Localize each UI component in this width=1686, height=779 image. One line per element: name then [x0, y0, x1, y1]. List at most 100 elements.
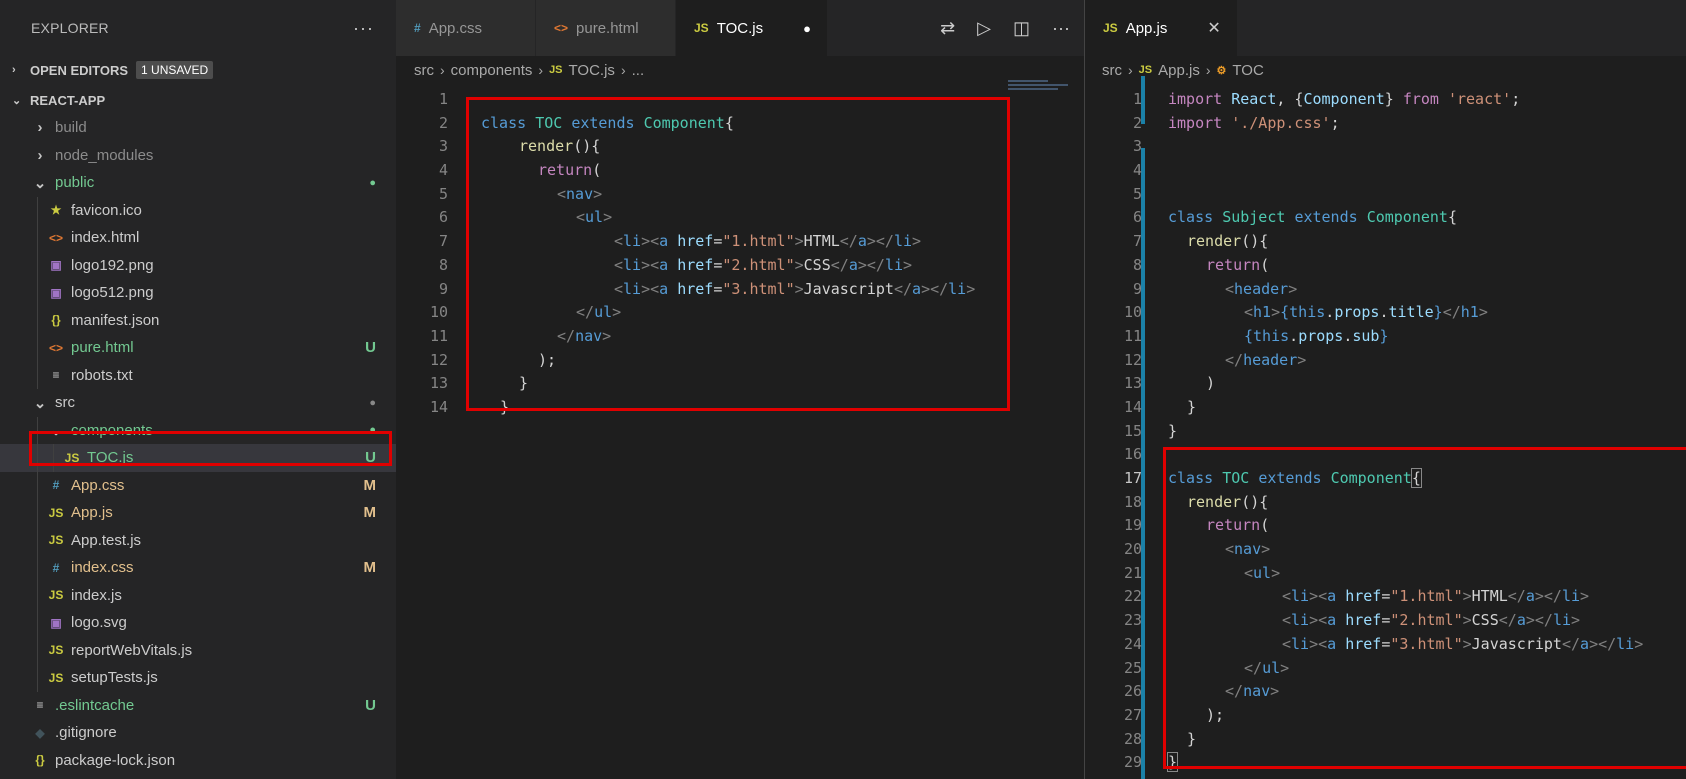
- tree-item[interactable]: ≡ robots.txt: [0, 361, 396, 389]
- html-file-icon: <>: [48, 340, 63, 355]
- indent-guide: [53, 444, 54, 472]
- tree-item[interactable]: <> pure.html U: [0, 334, 396, 362]
- text-file-icon: ≡: [36, 698, 44, 713]
- indent-guide: [37, 334, 38, 362]
- indent-guide: [37, 526, 38, 554]
- tree-item[interactable]: ≡ .eslintcache U: [0, 692, 396, 720]
- indent-guide: [37, 279, 38, 307]
- indent-guide: [37, 306, 38, 334]
- tab-pure-html[interactable]: <> pure.html: [536, 0, 676, 56]
- tree-item-label: build: [55, 119, 87, 137]
- open-editors-section[interactable]: › OPEN EDITORS 1 UNSAVED: [0, 56, 396, 84]
- tree-item[interactable]: › node_modules: [0, 142, 396, 170]
- git-status-badge: U: [365, 696, 376, 714]
- indent-guide: [37, 251, 38, 279]
- tree-item-label: setupTests.js: [71, 669, 158, 687]
- run-icon[interactable]: ▷: [977, 18, 991, 39]
- js-file-icon: JS: [48, 505, 64, 520]
- tree-item[interactable]: ★ favicon.ico: [0, 196, 396, 224]
- indent-guide: [37, 636, 38, 664]
- tree-item[interactable]: JS reportWebVitals.js: [0, 636, 396, 664]
- tree-item[interactable]: # App.css M: [0, 471, 396, 499]
- css-file-icon: #: [414, 21, 421, 35]
- open-editors-label: OPEN EDITORS: [30, 62, 129, 78]
- tree-item-label: reportWebVitals.js: [71, 641, 193, 659]
- code-area[interactable]: 1 import React, {Component} from 'react';…: [1085, 88, 1686, 779]
- tree-item[interactable]: JS App.js M: [0, 499, 396, 527]
- tree-item-label: TOC.js: [87, 449, 134, 467]
- tree-item-label: .eslintcache: [55, 696, 135, 714]
- indent-guide: [37, 609, 38, 637]
- indent-guide: [37, 416, 38, 444]
- breadcrumb-item[interactable]: ...: [632, 62, 645, 79]
- breadcrumb-item[interactable]: App.js: [1158, 62, 1200, 79]
- tree-item-label: logo.svg: [71, 614, 127, 632]
- tree-item-label: node_modules: [55, 146, 154, 164]
- indent-guide: [37, 499, 38, 527]
- tab-app-css[interactable]: # App.css: [396, 0, 536, 56]
- git-status-badge: M: [363, 559, 377, 577]
- unsaved-badge: 1 UNSAVED: [136, 61, 214, 79]
- tree-item[interactable]: {} package-lock.json: [0, 747, 396, 775]
- tree-item-label: .gitignore: [55, 724, 117, 742]
- tree-item[interactable]: ▣ logo.svg: [0, 609, 396, 637]
- tree-item-label: logo512.png: [71, 284, 154, 302]
- image-file-icon: ▣: [50, 258, 62, 273]
- breadcrumb: src › components › JS TOC.js › ...: [396, 56, 1084, 84]
- explorer-title: EXPLORER: [31, 20, 109, 36]
- breadcrumb-item[interactable]: components: [451, 62, 533, 79]
- git-status-badge: M: [363, 476, 377, 494]
- git-status-badge: U: [365, 449, 376, 467]
- chevron-down-icon: ⌄: [33, 394, 47, 412]
- tree-item[interactable]: JS setupTests.js: [0, 664, 396, 692]
- tree-item-label: logo192.png: [71, 256, 154, 274]
- tree-item[interactable]: {}package.json: [0, 774, 396, 779]
- unsaved-dot-icon[interactable]: ●: [763, 21, 811, 36]
- more-actions-icon[interactable]: ···: [353, 18, 374, 39]
- tree-item[interactable]: ▣ logo192.png: [0, 251, 396, 279]
- left-tab-bar: # App.css <> pure.html JS TOC.js ● ⇄ ▷ ◫…: [396, 0, 1084, 56]
- breadcrumb-item[interactable]: TOC: [1232, 62, 1263, 79]
- class-symbol-icon: ⚙: [1216, 64, 1227, 77]
- close-icon[interactable]: ✕: [1167, 18, 1220, 38]
- tree-item[interactable]: ⌄ src ●: [0, 389, 396, 417]
- js-file-icon: JS: [48, 533, 64, 548]
- html-file-icon: <>: [554, 21, 569, 35]
- more-actions-icon[interactable]: ···: [1052, 18, 1070, 39]
- tree-item-label: public: [55, 174, 95, 192]
- breadcrumb-item[interactable]: TOC.js: [569, 62, 615, 79]
- tree-item[interactable]: ▣ logo512.png: [0, 279, 396, 307]
- tree-item[interactable]: {} manifest.json: [0, 306, 396, 334]
- chevron-right-icon: ›: [620, 62, 626, 78]
- tree-item[interactable]: › build: [0, 114, 396, 142]
- tree-item[interactable]: JS App.test.js: [0, 526, 396, 554]
- indent-guide: [37, 664, 38, 692]
- tree-item[interactable]: ⌄ public ●: [0, 169, 396, 197]
- left-editor-group: # App.css <> pure.html JS TOC.js ● ⇄ ▷ ◫…: [396, 0, 1084, 779]
- minimap[interactable]: [1008, 78, 1078, 98]
- code-area[interactable]: 1 2 class TOC extends Component{ 3 render(…: [396, 88, 1084, 420]
- indent-guide: [37, 224, 38, 252]
- tree-item[interactable]: ◆ .gitignore: [0, 719, 396, 747]
- git-status-badge: U: [365, 339, 376, 357]
- right-editor-group: JS App.js ✕ src › JS App.js › ⚙ TOC 1 imp…: [1085, 0, 1686, 779]
- status-dot-icon: ●: [369, 176, 376, 189]
- tree-item[interactable]: JS TOC.js U: [0, 444, 396, 472]
- breadcrumb-item[interactable]: src: [414, 62, 434, 79]
- indent-guide: [37, 581, 38, 609]
- indent-guide: [37, 444, 38, 472]
- editor-actions: ⇄ ▷ ◫ ···: [940, 0, 1070, 56]
- tree-item[interactable]: <> index.html: [0, 224, 396, 252]
- tree-item[interactable]: JS index.js: [0, 581, 396, 609]
- tab-app-js[interactable]: JS App.js ✕: [1085, 0, 1238, 56]
- tab-toc-js[interactable]: JS TOC.js ●: [676, 0, 828, 56]
- git-status-badge: M: [363, 504, 377, 522]
- project-section[interactable]: ⌄ REACT-APP: [0, 86, 396, 114]
- compare-changes-icon[interactable]: ⇄: [940, 18, 955, 39]
- tree-item[interactable]: ⌄ components ●: [0, 416, 396, 444]
- js-file-icon: JS: [48, 643, 64, 658]
- tree-item[interactable]: # index.css M: [0, 554, 396, 582]
- breadcrumb-item[interactable]: src: [1102, 62, 1122, 79]
- split-editor-icon[interactable]: ◫: [1013, 18, 1030, 39]
- tree-item-label: App.js: [71, 504, 113, 522]
